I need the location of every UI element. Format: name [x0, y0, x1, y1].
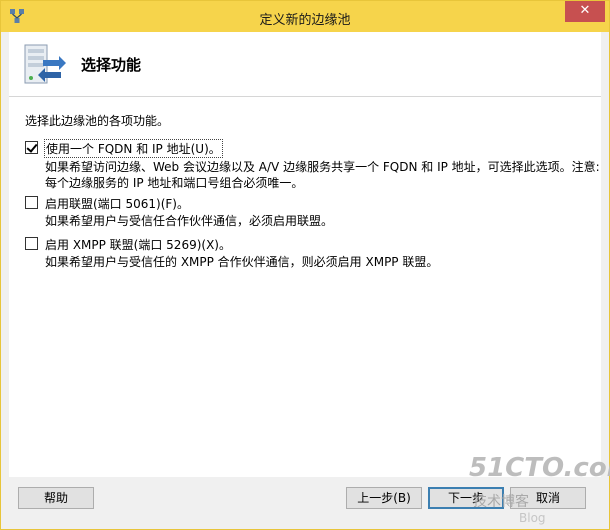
xmpp-federation-checkbox[interactable] [25, 237, 38, 250]
federation-description: 如果希望用户与受信任合作伙伴通信，必须启用联盟。 [45, 214, 334, 228]
next-button[interactable]: 下一步 [428, 487, 504, 509]
page-title: 选择功能 [81, 56, 142, 74]
content-panel: 选择此边缘池的各项功能。 使用一个 FQDN 和 IP 地址(U)。 如果希望访… [9, 97, 601, 477]
close-button[interactable]: ✕ [565, 1, 605, 22]
single-fqdn-checkbox[interactable] [25, 141, 38, 154]
window-title: 定义新的边缘池 [259, 13, 351, 28]
federation-label[interactable]: 启用联盟(端口 5061)(F)。 [45, 195, 189, 212]
help-button[interactable]: 帮助 [18, 487, 94, 509]
intro-text: 选择此边缘池的各项功能。 [25, 114, 170, 128]
single-fqdn-label[interactable]: 使用一个 FQDN 和 IP 地址(U)。 [44, 139, 223, 158]
page-header: 选择功能 [9, 32, 601, 97]
title-bar[interactable]: 定义新的边缘池 ✕ [1, 1, 609, 32]
back-button[interactable]: 上一步(B) [346, 487, 422, 509]
watermark-blog: Blog [519, 511, 546, 525]
xmpp-federation-label[interactable]: 启用 XMPP 联盟(端口 5269)(X)。 [45, 236, 231, 253]
federation-checkbox[interactable] [25, 196, 38, 209]
cancel-button[interactable]: 取消 [510, 487, 586, 509]
edge-server-icon [24, 44, 66, 84]
single-fqdn-description: 如果希望访问边缘、Web 会议边缘以及 A/V 边缘服务共享一个 FQDN 和 … [45, 160, 600, 190]
dialog-window: 定义新的边缘池 ✕ 选择功能 选择此边缘池的各项功能。 使用一个 FQDN 和 … [0, 0, 610, 530]
close-icon: ✕ [579, 3, 591, 18]
xmpp-federation-description: 如果希望用户与受信任的 XMPP 合作伙伴通信，则必须启用 XMPP 联盟。 [45, 255, 439, 269]
